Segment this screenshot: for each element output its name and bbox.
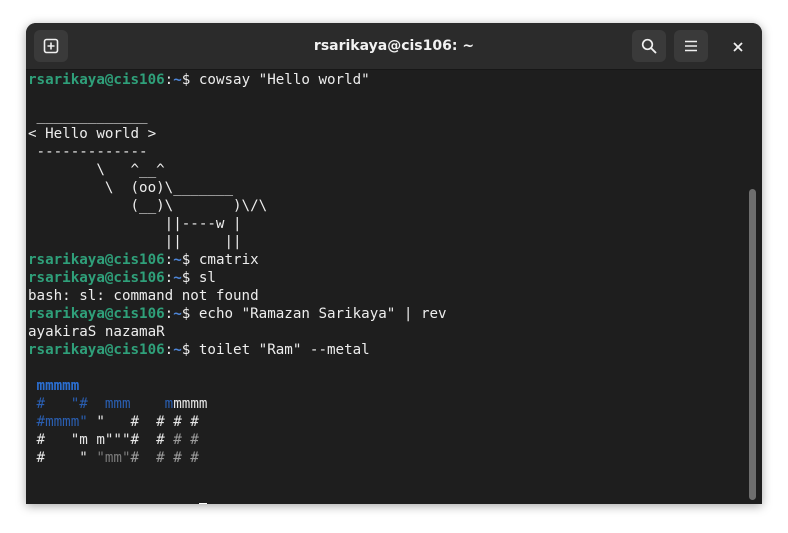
text-cursor (198, 503, 207, 504)
prompt-separator: : (164, 252, 174, 268)
prompt-line: rsarikaya@cis106:~$ cowsay "Hello world" (28, 71, 748, 89)
cowsay-line: || || (28, 234, 242, 250)
prompt-path: ~ (173, 342, 182, 358)
prompt-symbol: $ (181, 342, 199, 358)
prompt-line: rsarikaya@cis106:~$ toilet "Ram" --metal (28, 341, 748, 359)
prompt-user: rsarikaya@cis106 (28, 270, 165, 286)
prompt-user: rsarikaya@cis106 (28, 252, 165, 268)
close-icon (733, 42, 743, 52)
prompt-user: rsarikaya@cis106 (28, 72, 165, 88)
error-output: bash: sl: command not found (28, 288, 259, 304)
prompt-symbol: $ (181, 270, 199, 286)
toilet-art-line: # "# mmm mmmmm (28, 395, 748, 413)
prompt-path: ~ (173, 270, 182, 286)
title-bar: rsarikaya@cis106: ~ (26, 23, 762, 70)
toilet-art-segment: m (156, 396, 174, 412)
prompt-path: ~ (173, 252, 182, 268)
prompt-symbol: $ (181, 306, 199, 322)
prompt-symbol: $ (181, 252, 199, 268)
new-tab-button[interactable] (34, 30, 68, 62)
prompt-symbol: $ (181, 72, 199, 88)
toilet-art-segment: mmm (87, 396, 157, 412)
prompt-path: ~ (173, 72, 182, 88)
toilet-art-line: #mmmm" " # # # # (28, 413, 748, 431)
scrollbar-thumb[interactable] (749, 189, 756, 500)
toilet-art-segment: # "# (28, 396, 88, 412)
search-button[interactable] (632, 30, 666, 62)
command-output: ayakiraS nazamaR (28, 324, 165, 340)
prompt-separator: : (164, 72, 174, 88)
prompt-separator: : (164, 342, 174, 358)
toilet-art-segment: # " (28, 450, 97, 466)
prompt-line: rsarikaya@cis106:~$ echo "Ramazan Sarika… (28, 305, 748, 323)
toilet-art-segment: # # (164, 432, 199, 448)
command-text: echo "Ramazan Sarikaya" | rev (198, 306, 447, 322)
toilet-art-segment: # "m m"""# # (28, 432, 165, 448)
toilet-art-line: # " "mm"# # # # (28, 449, 748, 467)
terminal-window: rsarikaya@cis106: ~ rsarikaya@cis106:~$ … (26, 23, 762, 504)
cowsay-line: (__)\ )\/\ (28, 198, 268, 214)
toilet-art-segment: " # # # # (87, 414, 199, 430)
cowsay-line: _____________ (28, 108, 148, 124)
cowsay-line: \ (oo)\_______ (28, 180, 233, 196)
toilet-art-segment: #mmmm" (28, 414, 88, 430)
active-prompt-line[interactable]: rsarikaya@cis106:~$ (28, 503, 748, 504)
prompt-line: rsarikaya@cis106:~$ sl (28, 269, 748, 287)
main-menu-button[interactable] (674, 30, 708, 62)
search-icon (641, 38, 657, 54)
toilet-art-segment: mmmmm (28, 378, 80, 394)
toilet-art-line: mmmmm (28, 377, 748, 395)
toilet-art-segment: "mm" (96, 450, 131, 466)
cowsay-line: ------------- (28, 144, 148, 160)
prompt-separator: : (164, 306, 174, 322)
command-text: toilet "Ram" --metal (198, 342, 370, 358)
command-text: sl (198, 270, 216, 286)
hamburger-menu-icon (685, 40, 697, 52)
toilet-art-segment: mmmm (173, 396, 208, 412)
prompt-line: rsarikaya@cis106:~$ cmatrix (28, 251, 748, 269)
cowsay-line: ||----w | (28, 216, 242, 232)
prompt-separator: : (164, 270, 174, 286)
close-button[interactable] (726, 35, 750, 59)
command-text: cowsay "Hello world" (198, 72, 370, 88)
toilet-art-line: # "m m"""# # # # (28, 431, 748, 449)
terminal-output[interactable]: rsarikaya@cis106:~$ cowsay "Hello world"… (28, 71, 748, 504)
cowsay-line: \ ^__^ (28, 162, 165, 178)
command-text: cmatrix (198, 252, 259, 268)
prompt-path: ~ (173, 306, 182, 322)
prompt-user: rsarikaya@cis106 (28, 306, 165, 322)
new-tab-icon (43, 38, 59, 54)
prompt-user: rsarikaya@cis106 (28, 342, 165, 358)
toilet-art-segment: # # # # (130, 450, 199, 466)
cowsay-line: < Hello world > (28, 126, 157, 142)
